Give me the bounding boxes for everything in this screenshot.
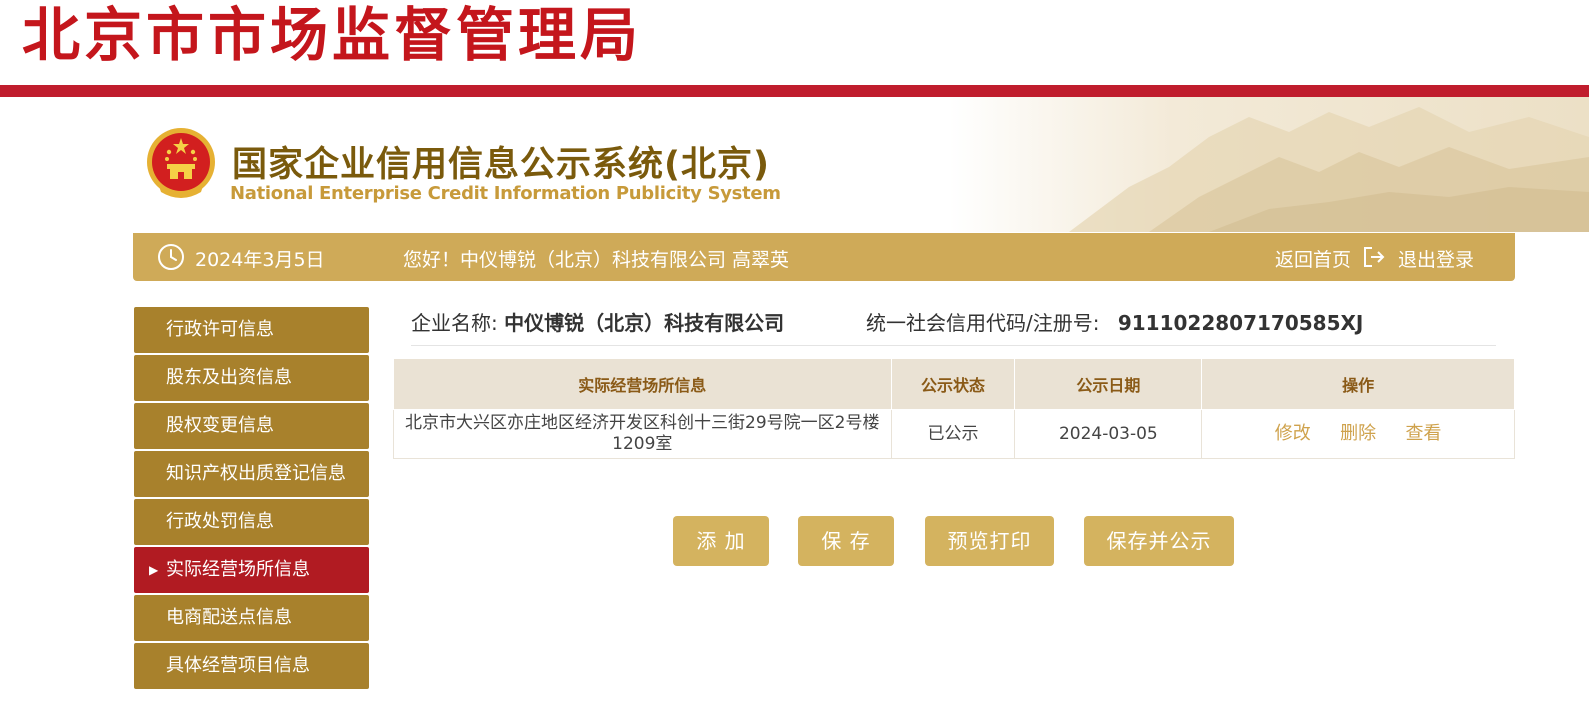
preview-print-button[interactable]: 预览打印 (925, 516, 1054, 566)
cell-date: 2024-03-05 (1014, 409, 1203, 459)
national-emblem-icon (147, 128, 215, 198)
sidebar-item-label: 行政处罚信息 (166, 511, 274, 532)
current-date: 2024年3月5日 (195, 249, 325, 271)
sidebar-item-ip-pledge[interactable]: ▶知识产权出质登记信息 (134, 451, 369, 497)
home-link[interactable]: 返回首页 (1275, 245, 1351, 272)
sidebar-item-label: 电商配送点信息 (166, 607, 292, 628)
cell-status: 已公示 (890, 409, 1016, 459)
sidebar-nav: ▶行政许可信息 ▶股东及出资信息 ▶股权变更信息 ▶知识产权出质登记信息 ▶行政… (134, 307, 369, 691)
sidebar-item-label: 股权变更信息 (166, 415, 274, 436)
edit-link[interactable]: 修改 (1275, 423, 1311, 444)
sidebar-item-equity-change[interactable]: ▶股权变更信息 (134, 403, 369, 449)
premises-table: 实际经营场所信息 公示状态 公示日期 操作 北京市大兴区亦庄地区经济开发区科创十… (393, 358, 1515, 459)
view-link[interactable]: 查看 (1406, 423, 1442, 444)
table-row: 北京市大兴区亦庄地区经济开发区科创十三街29号院一区2号楼1209室 已公示 2… (393, 409, 1515, 459)
great-wall-mountain-artwork (949, 97, 1589, 232)
clock-icon (158, 244, 184, 270)
sidebar-item-label: 股东及出资信息 (166, 367, 292, 388)
sidebar-item-admin-license[interactable]: ▶行政许可信息 (134, 307, 369, 353)
column-header-date: 公示日期 (1014, 358, 1203, 410)
column-header-address: 实际经营场所信息 (393, 358, 892, 410)
system-subtitle: National Enterprise Credit Information P… (230, 183, 781, 204)
company-name-value: 中仪博锐（北京）科技有限公司 (504, 311, 785, 335)
credit-code-label: 统一社会信用代码/注册号: (866, 311, 1100, 335)
cell-actions: 修改 删除 查看 (1201, 409, 1515, 459)
credit-code-row: 统一社会信用代码/注册号: 9111022807170585XJ (866, 307, 1363, 336)
sidebar-item-label: 实际经营场所信息 (166, 559, 310, 580)
greeting-text: 您好！中仪博锐（北京）科技有限公司 高翠英 (403, 249, 790, 271)
sidebar-item-label: 具体经营项目信息 (166, 655, 310, 676)
company-name-row: 企业名称: 中仪博锐（北京）科技有限公司 (411, 307, 784, 336)
sidebar-item-shareholders[interactable]: ▶股东及出资信息 (134, 355, 369, 401)
triangle-right-icon: ▶ (149, 563, 159, 577)
sidebar-item-ecommerce-delivery[interactable]: ▶电商配送点信息 (134, 595, 369, 641)
add-button[interactable]: 添 加 (673, 516, 769, 566)
divider (411, 345, 1496, 346)
save-and-publish-button[interactable]: 保存并公示 (1084, 516, 1234, 566)
logout-icon[interactable] (1361, 244, 1387, 270)
logout-link[interactable]: 退出登录 (1398, 245, 1474, 272)
column-header-status: 公示状态 (890, 358, 1016, 410)
credit-code-value: 9111022807170585XJ (1117, 311, 1364, 335)
sidebar-item-admin-penalty[interactable]: ▶行政处罚信息 (134, 499, 369, 545)
cell-address: 北京市大兴区亦庄地区经济开发区科创十三街29号院一区2号楼1209室 (393, 409, 892, 459)
sidebar-item-business-items[interactable]: ▶具体经营项目信息 (134, 643, 369, 689)
info-bar: 2024年3月5日 您好！中仪博锐（北京）科技有限公司 高翠英 返回首页 退出登… (133, 233, 1515, 281)
system-title: 国家企业信用信息公示系统(北京) (232, 145, 770, 185)
delete-link[interactable]: 删除 (1340, 423, 1376, 444)
save-button[interactable]: 保 存 (798, 516, 894, 566)
sidebar-item-label: 知识产权出质登记信息 (166, 463, 346, 484)
sidebar-item-business-premises[interactable]: ▶ 实际经营场所信息 (134, 547, 369, 593)
company-name-label: 企业名称: (411, 311, 498, 335)
sidebar-item-label: 行政许可信息 (166, 319, 274, 340)
column-header-actions: 操作 (1201, 358, 1515, 410)
agency-title: 北京市市场监督管理局 (22, 1, 643, 69)
table-header-row: 实际经营场所信息 公示状态 公示日期 操作 (393, 358, 1515, 410)
header-red-bar (0, 85, 1589, 97)
